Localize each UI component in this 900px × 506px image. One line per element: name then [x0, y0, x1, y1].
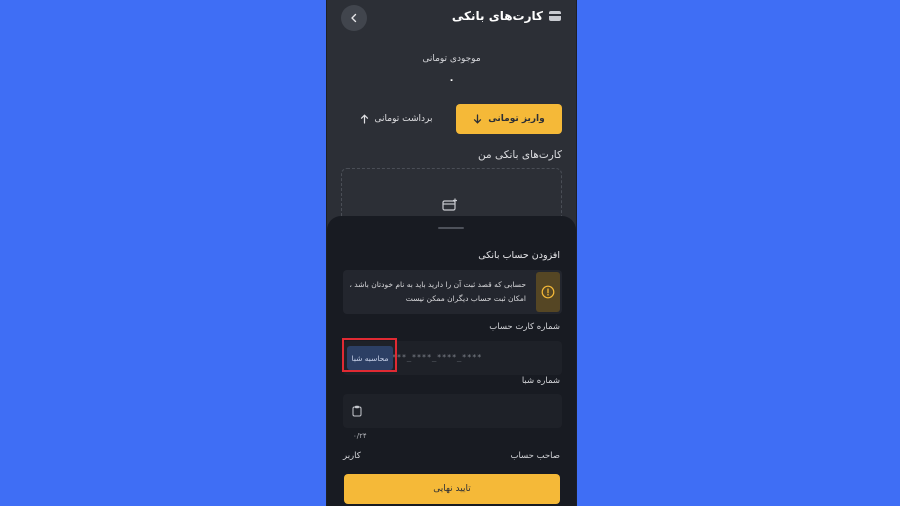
mobile-screen: کارت‌های بانکی موجودی تومانی ۰ برداشت تو… [326, 0, 577, 506]
balance-value: ۰ [448, 75, 455, 86]
sheba-input[interactable] [343, 394, 562, 428]
withdraw-button[interactable]: برداشت تومانی [343, 104, 449, 134]
warning-text: حسابی که قصد ثبت آن را دارید باید به نام… [344, 278, 526, 306]
sheet-title: افزودن حساب بانکی [478, 250, 560, 261]
withdraw-label: برداشت تومانی [374, 114, 433, 124]
confirm-button[interactable]: تایید نهایی [344, 474, 560, 504]
sheet-handle[interactable] [438, 227, 464, 229]
back-button[interactable] [341, 5, 367, 31]
add-bank-account-sheet: افزودن حساب بانکی حسابی که قصد ثبت آن را… [327, 216, 576, 506]
warning-line-2: امکان ثبت حساب دیگران ممکن نیست [405, 294, 526, 303]
add-card-icon [442, 198, 457, 211]
title-group: کارت‌های بانکی [452, 9, 562, 23]
arrow-down-icon [474, 114, 482, 124]
confirm-label: تایید نهایی [433, 484, 471, 494]
card-number-placeholder: ****_****_****_**** [386, 353, 482, 362]
header: کارت‌های بانکی [327, 0, 576, 36]
page-title: کارت‌های بانکی [451, 9, 543, 23]
sheba-char-count: ۰/۲۴ [353, 432, 367, 440]
clipboard-icon[interactable] [352, 405, 362, 417]
warning-line-1: حسابی که قصد ثبت آن را دارید باید به نام… [349, 280, 526, 289]
my-cards-title: کارت‌های بانکی من [478, 149, 562, 161]
chevron-left-icon [351, 13, 357, 23]
deposit-button[interactable]: واریز تومانی [456, 104, 562, 134]
owner-value: کاربر [343, 451, 361, 461]
owner-label: صاحب حساب [510, 451, 560, 461]
deposit-label: واریز تومانی [488, 114, 545, 124]
balance-label: موجودی تومانی [422, 54, 481, 64]
sheba-label: شماره شبا [521, 376, 560, 386]
wallet-icon [549, 11, 561, 21]
warning-icon-wrap [536, 272, 560, 312]
highlight-box [342, 338, 397, 372]
card-number-label: شماره کارت حساب [489, 322, 560, 332]
warning-box: حسابی که قصد ثبت آن را دارید باید به نام… [343, 270, 562, 314]
warning-icon [541, 285, 555, 299]
arrow-up-icon [360, 114, 368, 124]
